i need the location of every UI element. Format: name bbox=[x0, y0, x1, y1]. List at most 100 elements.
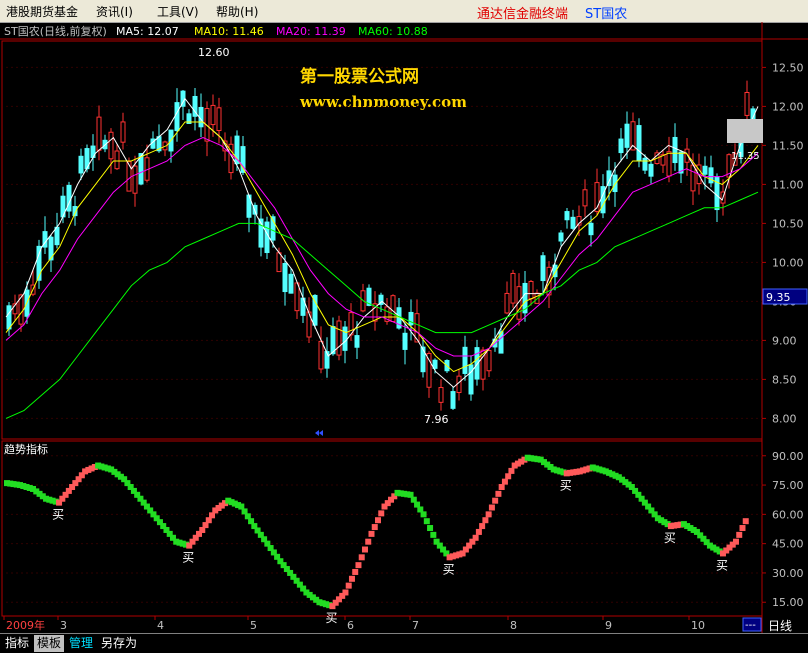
indicator-axis: 90.00 75.00 60.00 45.00 30.00 15.00 bbox=[762, 450, 804, 609]
indicator-bar bbox=[423, 518, 430, 525]
period-more-label: --- bbox=[745, 620, 756, 631]
indicator-bar bbox=[475, 528, 482, 535]
app-stock-name: ST国农 bbox=[585, 7, 628, 22]
indicator-bar bbox=[368, 530, 375, 537]
time-tick-label: 5 bbox=[250, 619, 257, 632]
candle-body bbox=[108, 131, 114, 160]
candle-body bbox=[330, 326, 336, 355]
high-price-label: 12.60 bbox=[198, 46, 230, 59]
tab-manage[interactable]: 管理 bbox=[66, 635, 96, 652]
candle-body bbox=[132, 165, 138, 194]
tab-template[interactable]: 模板 bbox=[34, 635, 65, 652]
candle-body bbox=[540, 255, 546, 282]
time-tick-label: 7 bbox=[412, 619, 419, 632]
indicator-bar bbox=[742, 518, 749, 525]
scroll-arrow-icon[interactable] bbox=[315, 430, 323, 436]
main-grid bbox=[6, 66, 762, 419]
indicator-chart-frame bbox=[1, 440, 763, 617]
indicator-tick-label: 45.00 bbox=[772, 538, 804, 551]
time-tick-label: 2009年 bbox=[6, 618, 45, 632]
watermark-title: 第一股票公式网 bbox=[300, 66, 419, 87]
indicator-bar bbox=[371, 524, 378, 531]
menu-item-hk-futures[interactable]: 港股期货基金 bbox=[6, 3, 78, 20]
candle-body bbox=[558, 232, 564, 242]
candle-body bbox=[678, 151, 684, 174]
buy-signal: 买 bbox=[664, 531, 676, 545]
indicator-bar bbox=[479, 523, 486, 530]
indicator-bar bbox=[355, 562, 362, 569]
candle-body bbox=[402, 332, 408, 350]
chart-area[interactable]: ST国农(日线,前复权) MA5: 12.07 MA10: 11.46 MA20… bbox=[0, 22, 808, 633]
indicator-bar bbox=[485, 511, 492, 518]
indicator-bar bbox=[365, 538, 372, 545]
tab-indicator[interactable]: 指标 bbox=[2, 635, 32, 652]
indicator-bar bbox=[430, 531, 437, 538]
indicator-bar bbox=[375, 517, 381, 524]
candle-body bbox=[702, 165, 708, 175]
indicator-panel-title: 趋势指标 bbox=[4, 442, 48, 456]
price-tick-label: 10.00 bbox=[772, 256, 804, 269]
candle-body bbox=[564, 211, 570, 221]
menu-bar: 港股期货基金 资讯(I) 工具(V) 帮助(H) 通达信金融终端 ST国农 bbox=[0, 0, 808, 23]
indicator-bar bbox=[495, 490, 502, 497]
candle-body bbox=[462, 346, 468, 374]
current-price-label: 11.35 bbox=[731, 151, 760, 162]
indicator-tick-label: 30.00 bbox=[772, 567, 804, 580]
indicator-tick-label: 75.00 bbox=[772, 479, 804, 492]
candle-body bbox=[342, 326, 348, 351]
price-tick-label: 11.50 bbox=[772, 139, 804, 152]
candle-body bbox=[468, 364, 474, 395]
candle-body bbox=[210, 104, 216, 126]
candle-body bbox=[120, 121, 126, 143]
indicator-bar bbox=[342, 589, 349, 596]
candle-body bbox=[264, 221, 270, 254]
tab-save-as[interactable]: 另存为 bbox=[98, 635, 140, 652]
price-tick-label: 12.50 bbox=[772, 61, 804, 74]
candle-body bbox=[318, 340, 324, 370]
candlestick-series bbox=[6, 80, 756, 411]
indicator-bar bbox=[348, 575, 355, 582]
candle-body bbox=[276, 252, 282, 273]
candle-body bbox=[450, 391, 456, 409]
candle-body bbox=[582, 189, 588, 207]
time-tick-label: 4 bbox=[157, 619, 164, 632]
indicator-bar bbox=[358, 554, 365, 561]
candle-body bbox=[510, 272, 516, 304]
candle-body bbox=[744, 91, 750, 116]
candle-body bbox=[486, 350, 492, 372]
indicator-bar bbox=[492, 497, 499, 504]
buy-signal: 买 bbox=[182, 551, 194, 565]
candle-body bbox=[336, 320, 342, 356]
ma10-legend: MA10: 11.46 bbox=[194, 25, 264, 38]
buy-signal: 买 bbox=[52, 508, 64, 522]
indicator-tick-label: 90.00 bbox=[772, 450, 804, 463]
indicator-tick-label: 15.00 bbox=[772, 596, 804, 609]
candle-body bbox=[642, 157, 648, 171]
ma60-legend: MA60: 10.88 bbox=[358, 25, 428, 38]
menu-item-help[interactable]: 帮助(H) bbox=[216, 3, 258, 20]
period-label[interactable]: 日线 bbox=[768, 617, 792, 634]
candle-body bbox=[78, 155, 84, 174]
menu-item-tools[interactable]: 工具(V) bbox=[157, 3, 199, 20]
candle-body bbox=[570, 216, 576, 229]
bottom-tab-bar: 指标 模板 管理 另存为 bbox=[0, 633, 808, 653]
buy-signal: 买 bbox=[325, 611, 337, 625]
ma-line-ma5 bbox=[5, 97, 759, 388]
candle-body bbox=[354, 335, 360, 348]
candle-body bbox=[420, 346, 426, 373]
candle-body bbox=[216, 107, 222, 131]
candle-body bbox=[666, 151, 672, 177]
watermark-url: www.chnmoney.com bbox=[299, 93, 467, 111]
candle-body bbox=[672, 136, 678, 164]
candle-body bbox=[174, 102, 180, 132]
buy-signal: 买 bbox=[560, 478, 572, 492]
price-tick-label: 8.50 bbox=[772, 373, 797, 386]
candle-body bbox=[294, 282, 300, 312]
indicator-bar bbox=[501, 478, 508, 485]
candle-body bbox=[618, 138, 624, 154]
indicator-bar bbox=[378, 510, 385, 517]
indicator-bar bbox=[508, 467, 515, 474]
menu-item-info[interactable]: 资讯(I) bbox=[96, 3, 133, 20]
candle-body bbox=[54, 226, 60, 246]
ma-line-ma60 bbox=[5, 191, 759, 419]
